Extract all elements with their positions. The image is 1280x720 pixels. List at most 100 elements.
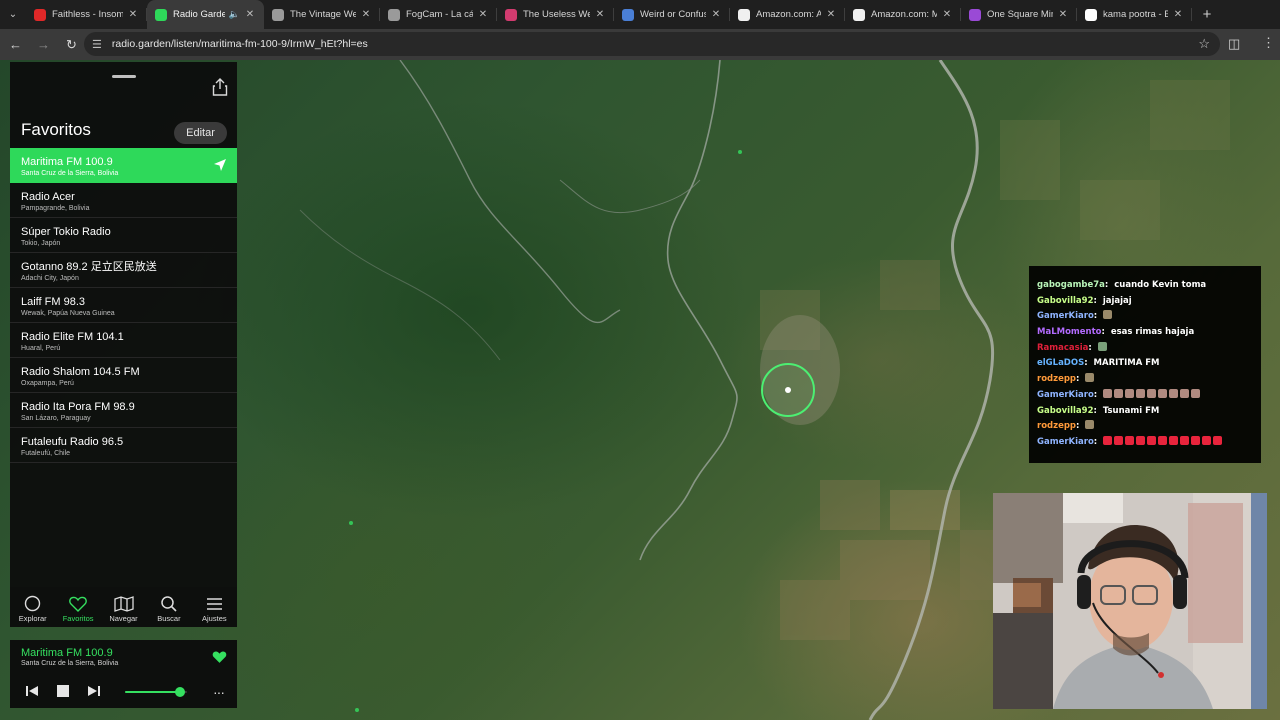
site-settings-icon[interactable]: ☰ <box>92 38 102 51</box>
location-arrow-icon[interactable] <box>213 158 227 172</box>
chat-separator: : <box>1093 295 1103 306</box>
volume-slider[interactable] <box>125 687 187 697</box>
tab-search-chevron-icon[interactable]: ⌄ <box>0 0 26 29</box>
address-bar[interactable]: ☰ radio.garden/listen/maritima-fm-100-9/… <box>84 32 1220 56</box>
tab-close-icon[interactable]: ✕ <box>1057 9 1069 20</box>
tab-title: Radio Garden <box>173 9 225 20</box>
tab-audio-icon[interactable]: 🔈 <box>229 9 240 20</box>
tab-close-icon[interactable]: ✕ <box>594 9 606 20</box>
chat-separator: : <box>1104 280 1115 290</box>
chat-username[interactable]: Gabovilla92 <box>1037 406 1093 416</box>
station-list-item[interactable]: Maritima FM 100.9 Santa Cruz de la Sierra… <box>10 148 237 183</box>
station-list-item[interactable]: Súper Tokio Radio Tokio, Japón <box>10 218 237 253</box>
new-tab-button[interactable]: + <box>1192 6 1222 23</box>
station-name: Radio Elite FM 104.1 <box>21 331 124 343</box>
now-playing-station[interactable]: Maritima FM 100.9 <box>21 647 113 659</box>
chat-emote-icon <box>1103 310 1113 320</box>
chat-message: elGLaDOS: MARITIMA FM <box>1037 356 1261 372</box>
chat-separator: : <box>1101 327 1111 338</box>
browser-tab[interactable]: The Vintage Web ✕ <box>264 0 380 29</box>
station-list-item[interactable]: Laiff FM 98.3 Wewak, Papúa Nueva Guinea <box>10 288 237 323</box>
bookmark-star-icon[interactable]: ☆ <box>1198 36 1210 52</box>
tab-close-icon[interactable]: ✕ <box>710 9 722 20</box>
station-dot[interactable] <box>349 521 353 525</box>
station-location: Santa Cruz de la Sierra, Bolivia <box>21 170 119 177</box>
chat-emote-icon <box>1191 435 1201 445</box>
station-name: Futaleufu Radio 96.5 <box>21 436 124 448</box>
chat-username[interactable]: Ramacasia <box>1037 343 1088 353</box>
nav-ajustes[interactable]: Ajustes <box>192 587 237 627</box>
chat-separator: : <box>1076 421 1086 432</box>
tab-close-icon[interactable]: ✕ <box>941 9 953 20</box>
tab-title: Weird or Confusin <box>640 9 706 20</box>
tab-title: The Vintage Web <box>290 9 356 20</box>
browser-tab[interactable]: FogCam - La cáma ✕ <box>380 0 497 29</box>
chat-username[interactable]: rodzepp <box>1037 374 1076 384</box>
reload-icon[interactable]: ↻ <box>59 37 84 53</box>
chat-separator: : <box>1076 374 1086 385</box>
favorite-heart-icon[interactable] <box>212 650 227 664</box>
chat-message: rodzepp: <box>1037 419 1261 435</box>
browser-tab[interactable]: kama pootra - Bus ✕ <box>1077 0 1192 29</box>
url-text[interactable]: radio.garden/listen/maritima-fm-100-9/Ir… <box>112 38 368 50</box>
extensions-icon[interactable]: ◫ <box>1228 36 1240 52</box>
browser-tab[interactable]: Amazon.com: Me ✕ <box>845 0 961 29</box>
station-name: Laiff FM 98.3 <box>21 296 85 308</box>
tab-favicon-icon <box>969 8 981 21</box>
chat-username[interactable]: MaLMomento <box>1037 327 1102 337</box>
browser-tab[interactable]: Faithless - Insomn ✕ <box>26 0 147 29</box>
chat-username[interactable]: GamerKiaro <box>1037 390 1094 400</box>
chat-username[interactable]: GamerKiaro <box>1037 437 1094 447</box>
next-icon[interactable] <box>87 684 101 698</box>
share-icon[interactable] <box>212 78 230 98</box>
tab-favicon-icon <box>505 8 517 21</box>
search-icon <box>159 595 179 612</box>
previous-icon[interactable] <box>25 684 39 698</box>
station-dot[interactable] <box>738 150 742 154</box>
browser-tab[interactable]: One Square Mine ✕ <box>961 0 1077 29</box>
chat-username[interactable]: elGLaDOS <box>1037 358 1084 368</box>
browser-menu-icon[interactable]: ⋮ <box>1262 35 1275 51</box>
chat-username[interactable]: gabogambe7a <box>1037 280 1105 290</box>
station-list-item[interactable]: Gotanno 89.2 足立区民放送 Adachi City, Japón <box>10 253 237 288</box>
station-list-item[interactable]: Radio Acer Pampagrande, Bolivia <box>10 183 237 218</box>
volume-knob[interactable] <box>174 687 185 697</box>
nav-favoritos[interactable]: Favoritos <box>55 587 100 627</box>
station-location: Tokio, Japón <box>21 240 61 247</box>
nav-buscar[interactable]: Buscar <box>146 587 191 627</box>
stop-icon[interactable] <box>56 684 70 698</box>
browser-tab[interactable]: The Useless Web ✕ <box>497 0 614 29</box>
station-list-item[interactable]: Radio Shalom 104.5 FM Oxapampa, Perú <box>10 358 237 393</box>
back-arrow-icon[interactable]: ← <box>3 37 28 52</box>
chat-text: MARITIMA FM <box>1093 358 1160 369</box>
edit-button[interactable]: Editar <box>174 122 227 144</box>
station-list-item[interactable]: Futaleufu Radio 96.5 Futaleufú, Chile <box>10 428 237 463</box>
more-options-icon[interactable]: ··· <box>213 684 225 700</box>
browser-tab[interactable]: Amazon.com: Am ✕ <box>730 0 845 29</box>
nav-explorar[interactable]: Explorar <box>10 587 55 627</box>
chat-emote-icon <box>1169 388 1179 398</box>
tab-favicon-icon <box>155 8 167 21</box>
station-dot[interactable] <box>355 708 359 712</box>
browser-tab[interactable]: Weird or Confusin ✕ <box>614 0 730 29</box>
bottom-navigation: Explorar Favoritos Navegar Buscar Ajuste… <box>10 587 237 627</box>
tab-close-icon[interactable]: ✕ <box>127 9 139 20</box>
tab-close-icon[interactable]: ✕ <box>477 9 489 20</box>
tab-close-icon[interactable]: ✕ <box>244 9 256 20</box>
panel-drag-handle[interactable] <box>112 75 136 78</box>
browser-tab[interactable]: Radio Garden 🔈 ✕ <box>147 0 264 29</box>
menu-icon <box>204 595 224 612</box>
forward-arrow-icon[interactable]: → <box>31 37 56 52</box>
tab-title: Amazon.com: Me <box>871 9 937 20</box>
tab-close-icon[interactable]: ✕ <box>825 9 837 20</box>
chat-username[interactable]: Gabovilla92 <box>1037 296 1093 306</box>
selected-station-center[interactable] <box>785 387 791 393</box>
tab-close-icon[interactable]: ✕ <box>360 9 372 20</box>
station-list-item[interactable]: Radio Ita Pora FM 98.9 San Lázaro, Paragu… <box>10 393 237 428</box>
streamer-webcam <box>993 493 1267 709</box>
chat-username[interactable]: rodzepp <box>1037 421 1076 431</box>
tab-close-icon[interactable]: ✕ <box>1172 9 1184 20</box>
nav-navegar[interactable]: Navegar <box>101 587 146 627</box>
station-list-item[interactable]: Radio Elite FM 104.1 Huaral, Perú <box>10 323 237 358</box>
chat-username[interactable]: GamerKiaro <box>1037 311 1094 321</box>
